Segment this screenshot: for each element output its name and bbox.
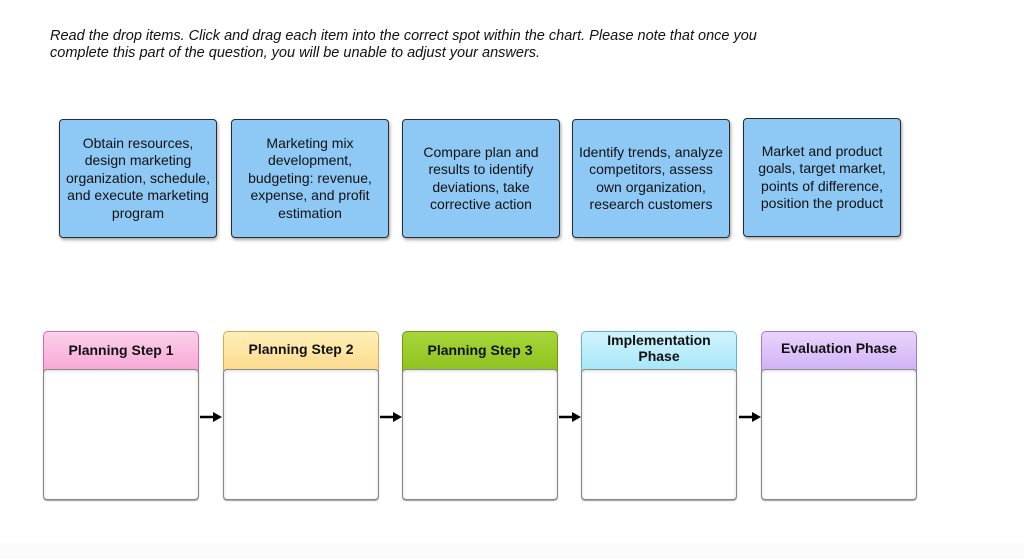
drop-column-planning-step-3: Planning Step 3: [402, 331, 558, 501]
drag-item-compare-plan[interactable]: Compare plan and results to identify dev…: [402, 119, 560, 238]
drag-item-identify-trends[interactable]: Identify trends, analyze competitors, as…: [572, 119, 730, 238]
drop-header-label: Planning Step 3: [427, 342, 533, 358]
drag-item-market-goals[interactable]: Market and product goals, target market,…: [743, 118, 901, 237]
drop-header-implementation-phase: Implementation Phase: [581, 331, 737, 373]
drop-target-planning-step-3[interactable]: [402, 369, 558, 500]
instructions-line-1: Read the drop items. Click and drag each…: [50, 28, 757, 44]
arrow-right-icon: [739, 411, 761, 423]
drop-column-implementation-phase: Implementation Phase: [581, 331, 737, 501]
drop-header-planning-step-2: Planning Step 2: [223, 331, 379, 373]
drop-header-evaluation-phase: Evaluation Phase: [761, 331, 917, 373]
drop-header-label: Planning Step 1: [68, 342, 174, 358]
drag-item-obtain-resources[interactable]: Obtain resources, design marketing organ…: [59, 119, 217, 238]
arrow-right-icon: [559, 411, 581, 423]
footer-strip: [0, 543, 1024, 559]
instructions-line-2: complete this part of the question, you …: [50, 45, 541, 61]
drag-item-text: Obtain resources, design marketing organ…: [66, 134, 210, 221]
drop-header-label: Planning Step 2: [248, 341, 354, 357]
drop-target-evaluation-phase[interactable]: [761, 369, 917, 500]
instructions: Read the drop items. Click and drag each…: [50, 28, 910, 62]
drop-header-planning-step-3: Planning Step 3: [402, 331, 558, 373]
drag-item-marketing-mix[interactable]: Marketing mix development, budgeting: re…: [231, 119, 389, 238]
arrow-right-icon: [380, 411, 402, 423]
drop-target-planning-step-2[interactable]: [223, 369, 379, 500]
drop-header-label: Implementation Phase: [607, 332, 711, 364]
drop-target-implementation-phase[interactable]: [581, 369, 737, 500]
arrow-right-icon: [200, 411, 222, 423]
drop-column-planning-step-2: Planning Step 2: [223, 331, 379, 501]
drag-item-text: Market and product goals, target market,…: [758, 142, 886, 212]
drag-item-text: Marketing mix development, budgeting: re…: [248, 134, 372, 221]
drop-header-planning-step-1: Planning Step 1: [43, 331, 199, 373]
drop-column-planning-step-1: Planning Step 1: [43, 331, 199, 501]
drag-item-text: Compare plan and results to identify dev…: [423, 143, 539, 213]
drag-item-text: Identify trends, analyze competitors, as…: [579, 143, 723, 213]
drop-header-label: Evaluation Phase: [781, 340, 897, 356]
drop-target-planning-step-1[interactable]: [43, 369, 199, 500]
drop-column-evaluation-phase: Evaluation Phase: [761, 331, 917, 501]
